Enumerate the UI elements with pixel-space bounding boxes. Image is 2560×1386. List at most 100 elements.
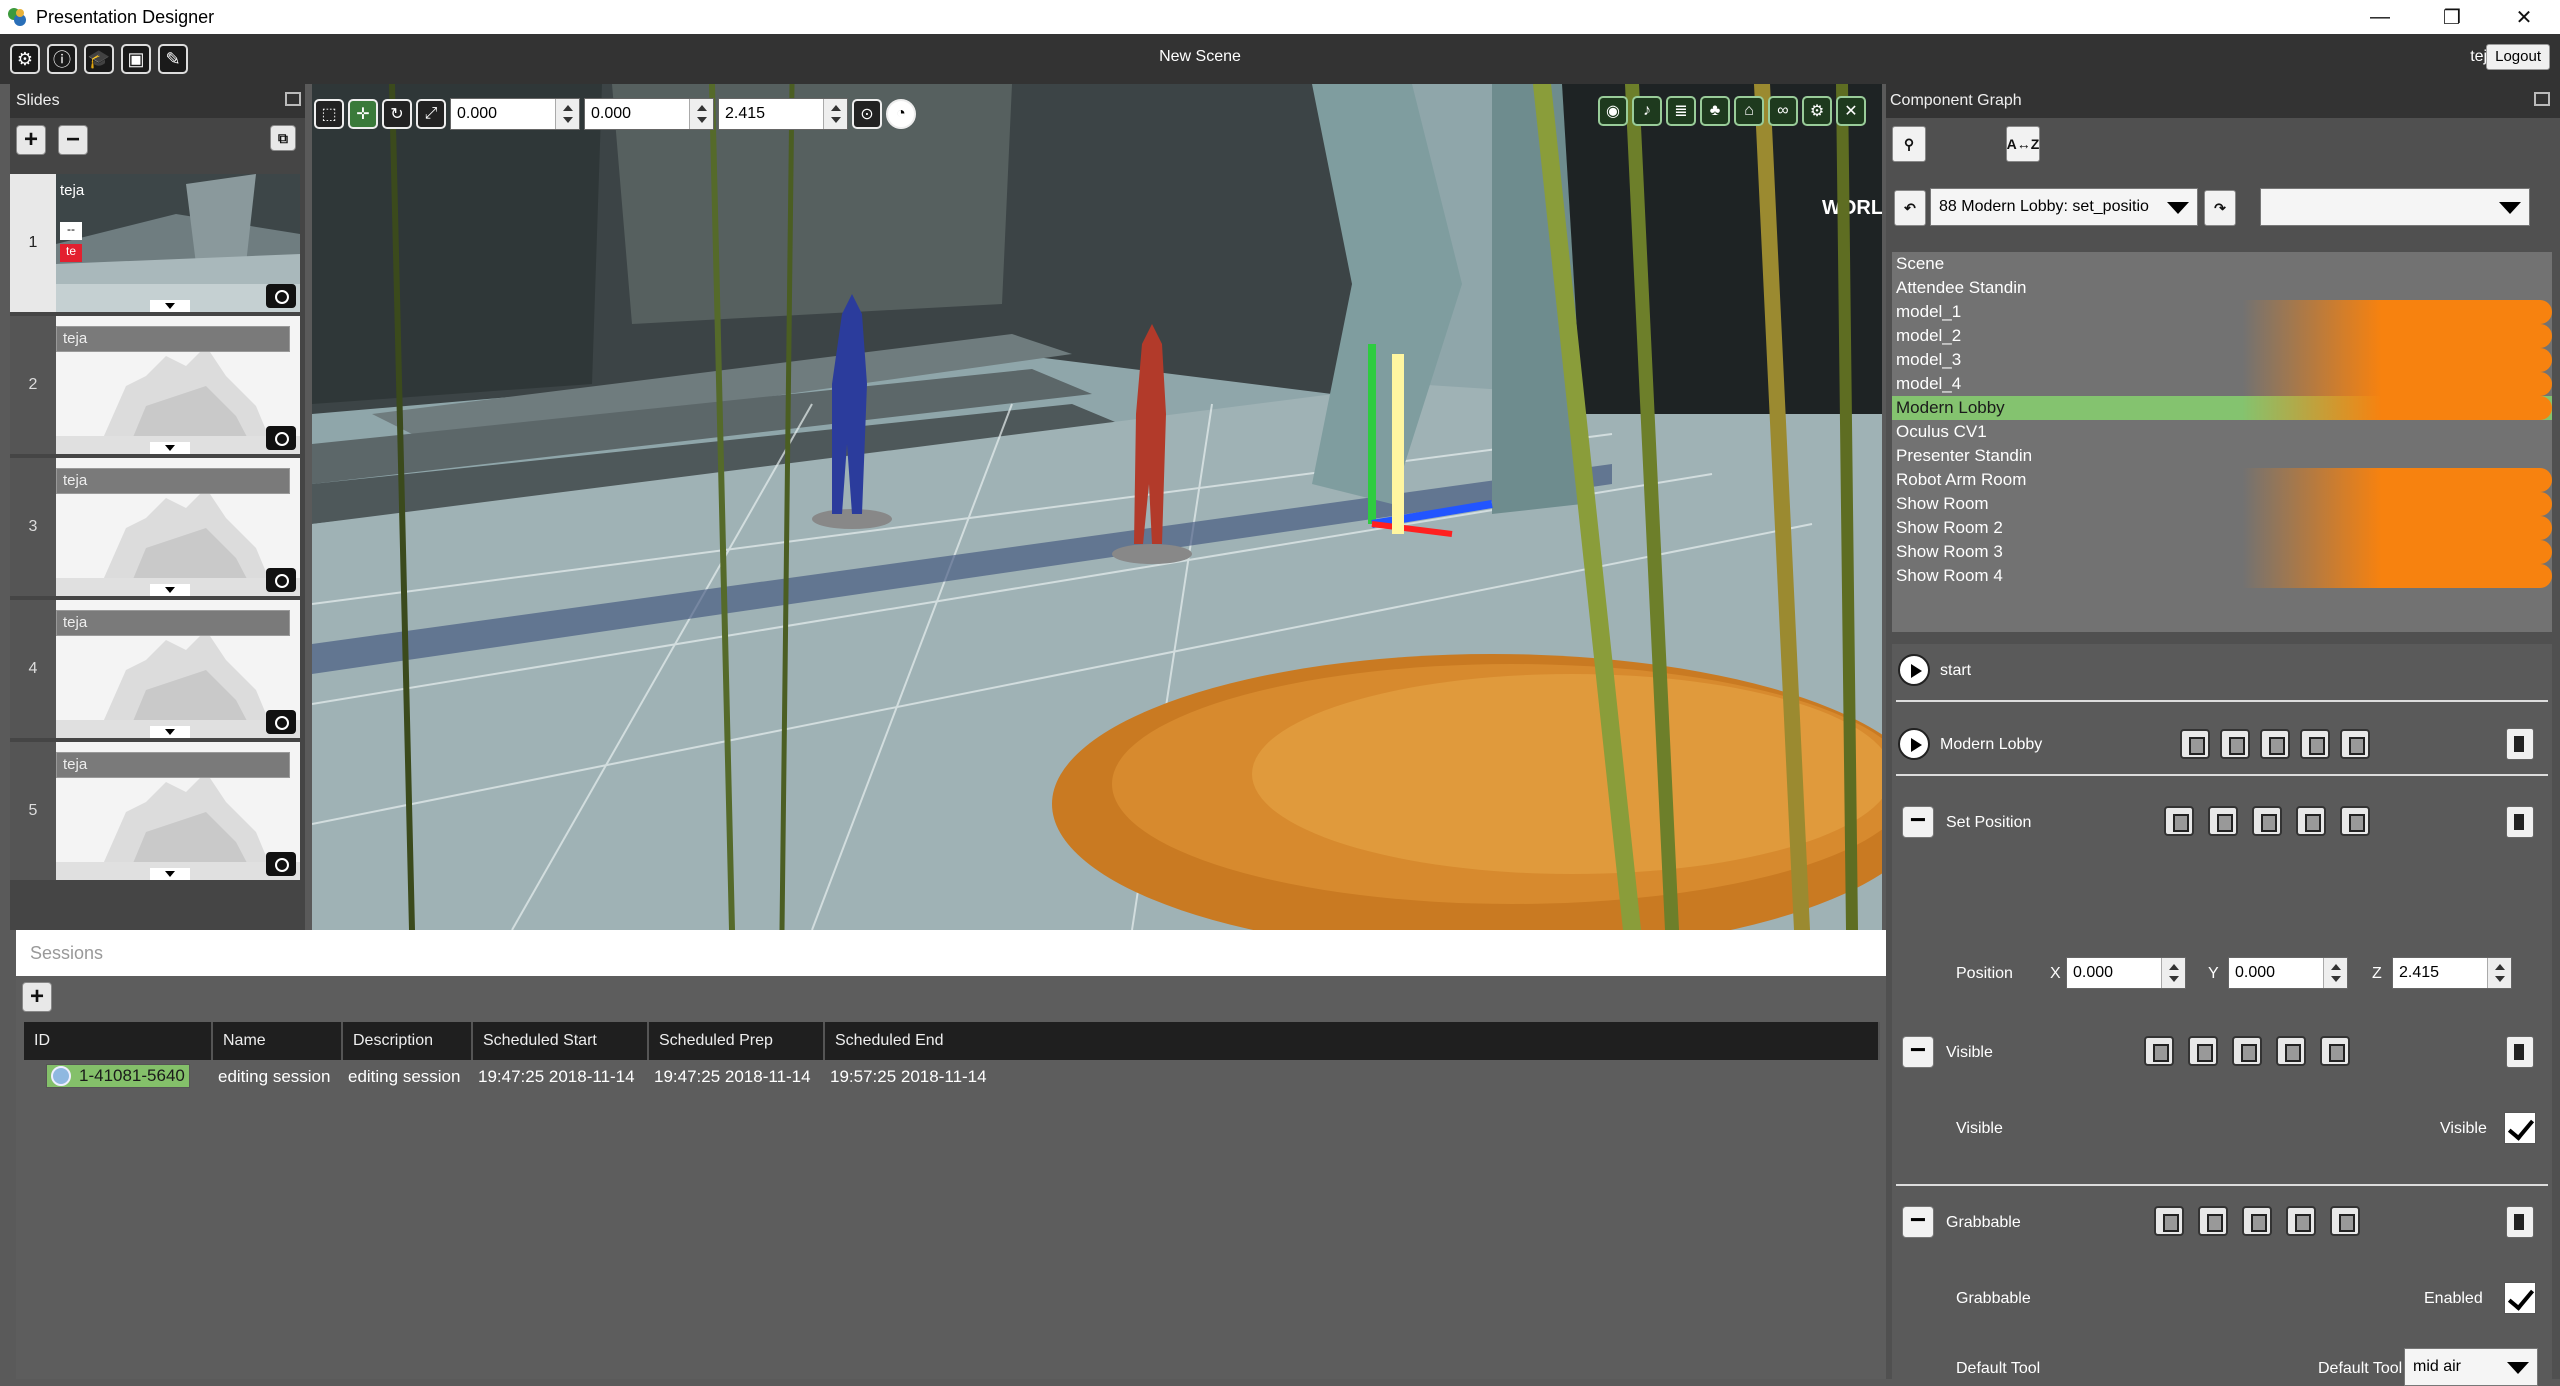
x-coordinate-field[interactable]: 0.000 [450,98,580,130]
restore-button[interactable]: ❐ [2416,0,2488,34]
slide-dropdown-icon[interactable] [150,726,190,738]
layers-icon[interactable]: ≣ [1666,96,1696,126]
tree-item[interactable]: Show Room [1892,492,2552,516]
position-y-spinner[interactable] [2323,958,2347,988]
paste-component-icon[interactable] [2252,806,2282,836]
paste-component-icon[interactable] [2232,1036,2262,1066]
delete-object-icon[interactable] [2506,728,2534,760]
tree-item[interactable]: Oculus CV1 [1892,420,2552,444]
capture-icon[interactable]: ◉ [1598,96,1628,126]
close-viewport-icon[interactable]: ✕ [1836,96,1866,126]
sort-az-icon[interactable]: A↔Z [2006,126,2040,162]
remove-slide-button[interactable]: − [58,125,88,155]
column-header-name[interactable]: Name [212,1022,343,1060]
camera-icon[interactable] [266,426,296,450]
link-component-icon[interactable] [2276,1036,2306,1066]
table-row[interactable]: 1-41081-5640 editing session editing ses… [24,1060,1879,1094]
component-type-dropdown[interactable] [2260,188,2530,226]
enabled-checkbox[interactable] [2504,1282,2536,1314]
home-icon[interactable]: ⌂ [1734,96,1764,126]
position-x-spinner[interactable] [2161,958,2185,988]
add-component-icon[interactable] [2164,806,2194,836]
add-component-icon[interactable] [2180,729,2210,759]
scale-tool-icon[interactable]: ⤢ [416,99,446,129]
z-spinner-arrows[interactable] [823,99,847,129]
export-component-icon[interactable] [2340,729,2370,759]
slide-name[interactable]: teja [56,610,290,636]
tree-item[interactable]: model_3 [1892,348,2552,372]
camera-icon[interactable] [266,568,296,592]
position-z-field[interactable]: 2.415 [2392,957,2512,989]
delete-set-position-icon[interactable] [2506,806,2534,838]
sessions-search-input[interactable]: Sessions [16,930,1886,976]
position-x-field[interactable]: 0.000 [2066,957,2186,989]
camera-icon[interactable] [266,710,296,734]
play-start-icon[interactable] [1898,654,1930,686]
slide-dropdown-icon[interactable] [150,868,190,880]
undock-icon[interactable] [2534,92,2550,106]
tree-item[interactable]: Attendee Standin [1892,276,2552,300]
link-component-icon[interactable] [2300,729,2330,759]
z-coordinate-field[interactable]: 2.415 [718,98,848,130]
copy-component-icon[interactable] [2198,1206,2228,1236]
add-component-icon[interactable] [2144,1036,2174,1066]
paste-component-icon[interactable] [2242,1206,2272,1236]
slide-thumbnail[interactable]: 5 teja [10,742,300,880]
move-tool-icon[interactable]: ✛ [348,99,378,129]
paste-component-icon[interactable] [2260,729,2290,759]
x-spinner-arrows[interactable] [555,99,579,129]
rotate-tool-icon[interactable]: ↻ [382,99,412,129]
export-component-icon[interactable] [2330,1206,2360,1236]
info-icon[interactable]: ⓘ [47,44,77,74]
undock-icon[interactable] [285,92,301,106]
export-component-icon[interactable] [2340,806,2370,836]
vr-headset-icon[interactable]: ∞ [1768,96,1798,126]
tree-item[interactable]: Presenter Standin [1892,444,2552,468]
delete-grabbable-icon[interactable] [2506,1206,2534,1238]
redo-icon[interactable]: ↷ [2204,190,2236,226]
slide-dropdown-icon[interactable] [150,300,190,312]
tree-item[interactable]: Show Room 2 [1892,516,2552,540]
tree-item[interactable]: Show Room 4 [1892,564,2552,588]
collapse-grabbable-button[interactable]: − [1902,1206,1934,1238]
slide-thumbnail[interactable]: 2 teja [10,316,300,454]
graduation-cap-icon[interactable]: 🎓 [84,44,114,74]
column-header-description[interactable]: Description [342,1022,473,1060]
session-id-cell[interactable]: 1-41081-5640 [24,1060,212,1094]
camera-icon[interactable] [266,284,296,308]
tree-item[interactable]: model_1 [1892,300,2552,324]
column-header-scheduled-prep[interactable]: Scheduled Prep [648,1022,825,1060]
tree-item[interactable]: Show Room 3 [1892,540,2552,564]
default-tool-dropdown[interactable]: mid air [2404,1348,2538,1386]
slide-thumbnail[interactable]: 4 teja [10,600,300,738]
play-object-icon[interactable] [1898,728,1930,760]
tree-item[interactable]: Scene [1892,252,2552,276]
settings-gear-icon[interactable]: ⚙ [10,44,40,74]
slide-name[interactable]: teja [56,468,290,494]
tree-item[interactable]: model_2 [1892,324,2552,348]
slide-name[interactable]: teja [56,326,290,352]
slide-name[interactable]: teja [56,752,290,778]
export-component-icon[interactable] [2320,1036,2350,1066]
tree-item[interactable]: Robot Arm Room [1892,468,2552,492]
viewport-settings-icon[interactable]: ⚙ [1802,96,1832,126]
add-slide-button[interactable]: + [16,125,46,155]
hierarchy-icon[interactable]: ⚲ [1892,126,1926,162]
collapse-visible-button[interactable]: − [1902,1036,1934,1068]
copy-component-icon[interactable] [2220,729,2250,759]
camera-icon[interactable] [266,852,296,876]
collapse-set-position-button[interactable]: − [1902,806,1934,838]
column-header-scheduled-start[interactable]: Scheduled Start [472,1022,649,1060]
slide-dropdown-icon[interactable] [150,442,190,454]
scene-render[interactable]: WORL [312,84,1882,930]
logout-button[interactable]: Logout [2486,44,2550,70]
close-window-button[interactable]: ✕ [2488,0,2560,34]
slide-thumbnail[interactable]: 1 teja -- te [10,174,300,312]
slide-dropdown-icon[interactable] [150,584,190,596]
column-header-id[interactable]: ID [24,1022,213,1060]
add-component-icon[interactable] [2154,1206,2184,1236]
copy-component-icon[interactable] [2188,1036,2218,1066]
add-session-button[interactable]: + [22,982,52,1012]
copy-slide-icon[interactable]: ⧉ [270,125,296,151]
copy-component-icon[interactable] [2208,806,2238,836]
